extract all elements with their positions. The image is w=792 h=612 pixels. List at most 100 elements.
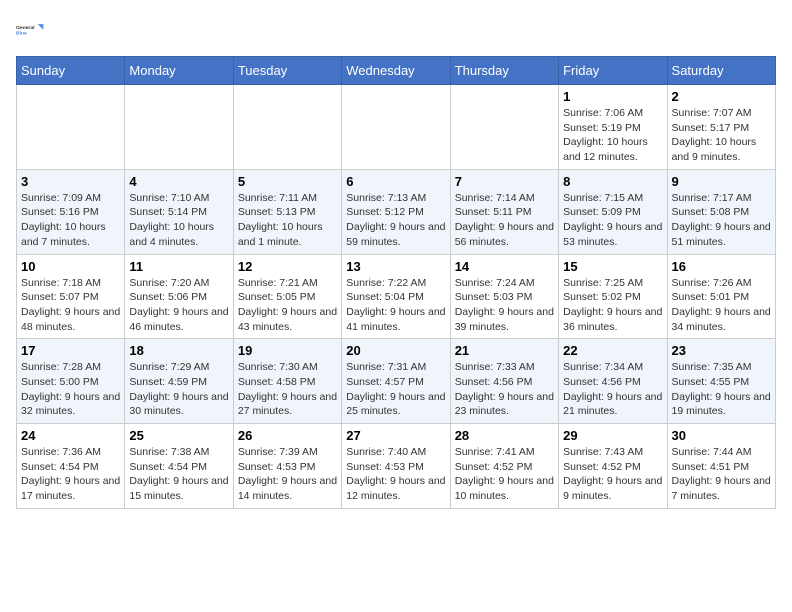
day-info: Sunrise: 7:44 AM Sunset: 4:51 PM Dayligh… (672, 445, 771, 504)
calendar-cell (125, 85, 233, 170)
page-header: GeneralBlue (16, 16, 776, 44)
day-info: Sunrise: 7:15 AM Sunset: 5:09 PM Dayligh… (563, 191, 662, 250)
day-info: Sunrise: 7:21 AM Sunset: 5:05 PM Dayligh… (238, 276, 337, 335)
day-info: Sunrise: 7:40 AM Sunset: 4:53 PM Dayligh… (346, 445, 445, 504)
day-number: 20 (346, 343, 445, 358)
day-number: 14 (455, 259, 554, 274)
day-info: Sunrise: 7:17 AM Sunset: 5:08 PM Dayligh… (672, 191, 771, 250)
logo: GeneralBlue (16, 16, 44, 44)
day-info: Sunrise: 7:13 AM Sunset: 5:12 PM Dayligh… (346, 191, 445, 250)
calendar-cell (450, 85, 558, 170)
day-info: Sunrise: 7:28 AM Sunset: 5:00 PM Dayligh… (21, 360, 120, 419)
day-info: Sunrise: 7:11 AM Sunset: 5:13 PM Dayligh… (238, 191, 337, 250)
calendar-week-2: 3Sunrise: 7:09 AM Sunset: 5:16 PM Daylig… (17, 169, 776, 254)
calendar-cell: 25 Sunrise: 7:38 AM Sunset: 4:54 PM Dayli… (125, 424, 233, 509)
calendar-week-4: 17 Sunrise: 7:28 AM Sunset: 5:00 PM Dayli… (17, 339, 776, 424)
calendar-cell: 30 Sunrise: 7:44 AM Sunset: 4:51 PM Dayli… (667, 424, 775, 509)
day-info: Sunrise: 7:35 AM Sunset: 4:55 PM Dayligh… (672, 360, 771, 419)
svg-text:General: General (16, 25, 35, 31)
day-number: 24 (21, 428, 120, 443)
calendar-cell: 17 Sunrise: 7:28 AM Sunset: 5:00 PM Dayli… (17, 339, 125, 424)
calendar-cell (342, 85, 450, 170)
day-number: 21 (455, 343, 554, 358)
day-number: 8 (563, 174, 662, 189)
day-info: Sunrise: 7:26 AM Sunset: 5:01 PM Dayligh… (672, 276, 771, 335)
day-number: 5 (238, 174, 337, 189)
calendar-cell: 13 Sunrise: 7:22 AM Sunset: 5:04 PM Dayli… (342, 254, 450, 339)
day-info: Sunrise: 7:25 AM Sunset: 5:02 PM Dayligh… (563, 276, 662, 335)
day-number: 13 (346, 259, 445, 274)
weekday-header-wednesday: Wednesday (342, 57, 450, 85)
day-info: Sunrise: 7:20 AM Sunset: 5:06 PM Dayligh… (129, 276, 228, 335)
calendar-week-5: 24 Sunrise: 7:36 AM Sunset: 4:54 PM Dayli… (17, 424, 776, 509)
day-number: 7 (455, 174, 554, 189)
day-number: 26 (238, 428, 337, 443)
day-info: Sunrise: 7:24 AM Sunset: 5:03 PM Dayligh… (455, 276, 554, 335)
calendar-cell: 4 Sunrise: 7:10 AM Sunset: 5:14 PM Daylig… (125, 169, 233, 254)
day-info: Sunrise: 7:22 AM Sunset: 5:04 PM Dayligh… (346, 276, 445, 335)
day-info: Sunrise: 7:10 AM Sunset: 5:14 PM Dayligh… (129, 191, 228, 250)
calendar-cell (233, 85, 341, 170)
weekday-header-sunday: Sunday (17, 57, 125, 85)
calendar-cell: 10 Sunrise: 7:18 AM Sunset: 5:07 PM Dayli… (17, 254, 125, 339)
day-number: 11 (129, 259, 228, 274)
calendar-week-1: 1Sunrise: 7:06 AM Sunset: 5:19 PM Daylig… (17, 85, 776, 170)
weekday-header-tuesday: Tuesday (233, 57, 341, 85)
day-number: 23 (672, 343, 771, 358)
calendar-cell: 24 Sunrise: 7:36 AM Sunset: 4:54 PM Dayli… (17, 424, 125, 509)
calendar-cell: 29 Sunrise: 7:43 AM Sunset: 4:52 PM Dayli… (559, 424, 667, 509)
day-info: Sunrise: 7:36 AM Sunset: 4:54 PM Dayligh… (21, 445, 120, 504)
day-info: Sunrise: 7:33 AM Sunset: 4:56 PM Dayligh… (455, 360, 554, 419)
day-number: 28 (455, 428, 554, 443)
calendar-cell: 12Sunrise: 7:21 AM Sunset: 5:05 PM Dayli… (233, 254, 341, 339)
day-number: 4 (129, 174, 228, 189)
day-info: Sunrise: 7:34 AM Sunset: 4:56 PM Dayligh… (563, 360, 662, 419)
calendar-cell: 22 Sunrise: 7:34 AM Sunset: 4:56 PM Dayli… (559, 339, 667, 424)
weekday-header-row: SundayMondayTuesdayWednesdayThursdayFrid… (17, 57, 776, 85)
calendar-cell: 21 Sunrise: 7:33 AM Sunset: 4:56 PM Dayli… (450, 339, 558, 424)
calendar-cell: 16Sunrise: 7:26 AM Sunset: 5:01 PM Dayli… (667, 254, 775, 339)
day-info: Sunrise: 7:29 AM Sunset: 4:59 PM Dayligh… (129, 360, 228, 419)
day-info: Sunrise: 7:43 AM Sunset: 4:52 PM Dayligh… (563, 445, 662, 504)
calendar-cell: 20Sunrise: 7:31 AM Sunset: 4:57 PM Dayli… (342, 339, 450, 424)
day-number: 22 (563, 343, 662, 358)
day-number: 17 (21, 343, 120, 358)
day-info: Sunrise: 7:09 AM Sunset: 5:16 PM Dayligh… (21, 191, 120, 250)
calendar-table: SundayMondayTuesdayWednesdayThursdayFrid… (16, 56, 776, 509)
calendar-cell: 26 Sunrise: 7:39 AM Sunset: 4:53 PM Dayli… (233, 424, 341, 509)
weekday-header-thursday: Thursday (450, 57, 558, 85)
calendar-cell: 18 Sunrise: 7:29 AM Sunset: 4:59 PM Dayli… (125, 339, 233, 424)
day-number: 9 (672, 174, 771, 189)
logo-icon: GeneralBlue (16, 16, 44, 44)
day-number: 25 (129, 428, 228, 443)
day-number: 6 (346, 174, 445, 189)
day-info: Sunrise: 7:18 AM Sunset: 5:07 PM Dayligh… (21, 276, 120, 335)
day-number: 27 (346, 428, 445, 443)
day-info: Sunrise: 7:38 AM Sunset: 4:54 PM Dayligh… (129, 445, 228, 504)
day-info: Sunrise: 7:39 AM Sunset: 4:53 PM Dayligh… (238, 445, 337, 504)
weekday-header-monday: Monday (125, 57, 233, 85)
calendar-cell: 2 Sunrise: 7:07 AM Sunset: 5:17 PM Daylig… (667, 85, 775, 170)
calendar-cell: 15 Sunrise: 7:25 AM Sunset: 5:02 PM Dayli… (559, 254, 667, 339)
calendar-cell: 8 Sunrise: 7:15 AM Sunset: 5:09 PM Daylig… (559, 169, 667, 254)
day-number: 18 (129, 343, 228, 358)
day-number: 29 (563, 428, 662, 443)
calendar-cell: 23 Sunrise: 7:35 AM Sunset: 4:55 PM Dayli… (667, 339, 775, 424)
weekday-header-saturday: Saturday (667, 57, 775, 85)
day-number: 10 (21, 259, 120, 274)
calendar-cell: 3Sunrise: 7:09 AM Sunset: 5:16 PM Daylig… (17, 169, 125, 254)
weekday-header-friday: Friday (559, 57, 667, 85)
calendar-cell: 6 Sunrise: 7:13 AM Sunset: 5:12 PM Daylig… (342, 169, 450, 254)
day-number: 2 (672, 89, 771, 104)
day-info: Sunrise: 7:06 AM Sunset: 5:19 PM Dayligh… (563, 106, 662, 165)
calendar-cell (17, 85, 125, 170)
calendar-body: 1Sunrise: 7:06 AM Sunset: 5:19 PM Daylig… (17, 85, 776, 509)
day-number: 30 (672, 428, 771, 443)
day-info: Sunrise: 7:07 AM Sunset: 5:17 PM Dayligh… (672, 106, 771, 165)
day-number: 15 (563, 259, 662, 274)
day-number: 19 (238, 343, 337, 358)
calendar-cell: 19Sunrise: 7:30 AM Sunset: 4:58 PM Dayli… (233, 339, 341, 424)
calendar-cell: 14 Sunrise: 7:24 AM Sunset: 5:03 PM Dayli… (450, 254, 558, 339)
calendar-cell: 5 Sunrise: 7:11 AM Sunset: 5:13 PM Daylig… (233, 169, 341, 254)
calendar-cell: 1Sunrise: 7:06 AM Sunset: 5:19 PM Daylig… (559, 85, 667, 170)
